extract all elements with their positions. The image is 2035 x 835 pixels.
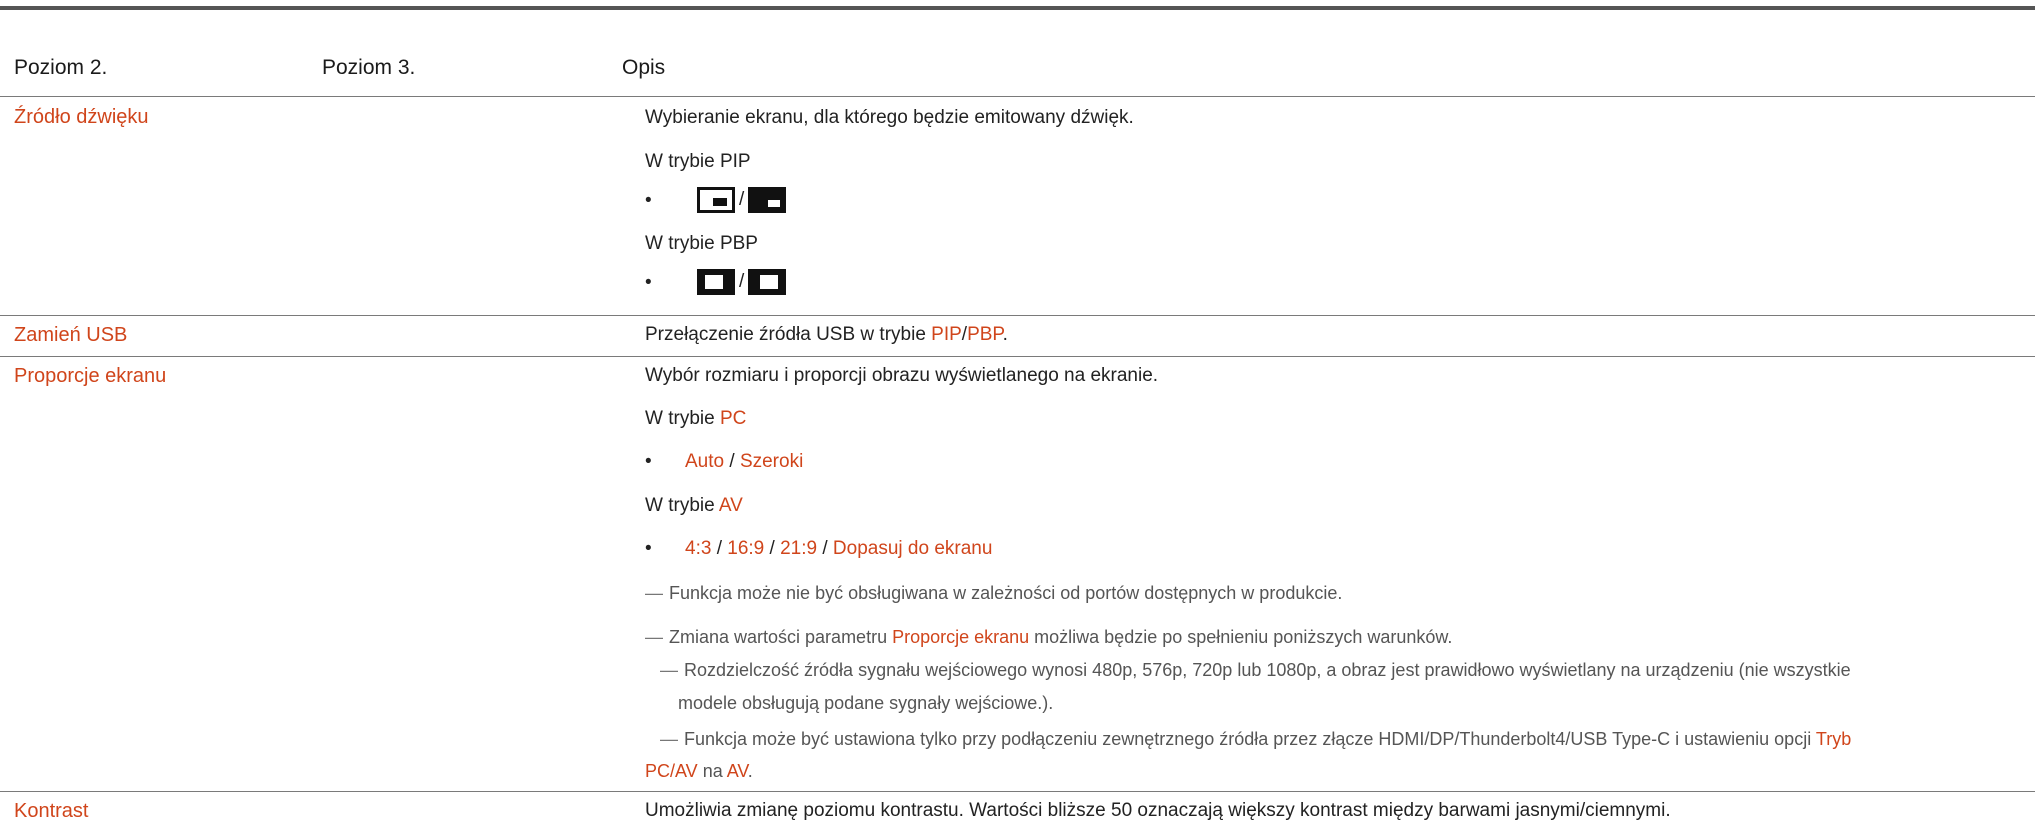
option-dopasuj: Dopasuj do ekranu — [832, 538, 993, 559]
table-row-kontrast: Kontrast Umożliwia zmianę poziomu kontra… — [0, 792, 2035, 835]
sub-note-1: ― Rozdzielczość źródła sygnału wejścioweg… — [660, 660, 1851, 680]
description-text: Wybieranie ekranu, dla którego będzie em… — [645, 107, 1134, 128]
pc-options: • Auto / Szeroki — [645, 451, 804, 472]
option-auto: Auto — [685, 451, 725, 472]
description-text: Umożliwia zmianę poziomu kontrastu. Wart… — [645, 800, 1671, 821]
pip-mode-label: W trybie PIP — [645, 151, 751, 172]
table-row-zrodlo-dzwieku: Źródło dźwięku Wybieranie ekranu, dla kt… — [0, 97, 2035, 316]
option-16-9: 16:9 — [727, 538, 765, 559]
sub-note-2-cont: PC/AV na AV. — [645, 761, 753, 781]
description-text: Wybór rozmiaru i proporcji obrazu wyświe… — [645, 365, 1159, 386]
pip-small-window-icon — [697, 187, 735, 213]
option-4-3: 4:3 — [685, 538, 712, 559]
pbp-left-icon — [697, 269, 735, 295]
pip-options: • / — [645, 187, 845, 217]
option-21-9: 21:9 — [780, 538, 818, 559]
option-szeroki: Szeroki — [739, 451, 804, 472]
note-1: ― Funkcja może nie być obsługiwana w zale… — [645, 583, 1343, 603]
pbp-options: • / — [645, 269, 845, 299]
table-row-proporcje-ekranu: Proporcje ekranu Wybór rozmiaru i propor… — [0, 357, 2035, 792]
header-poziom-3: Poziom 3. — [322, 56, 416, 79]
top-rule — [0, 6, 2035, 10]
header-opis: Opis — [622, 56, 666, 79]
bullet: • — [645, 272, 652, 293]
description-text: Przełączenie źródła USB w trybie PIP/PBP… — [645, 324, 1008, 345]
bullet: • — [645, 190, 652, 211]
pc-mode-label: W trybie PC — [645, 408, 747, 429]
av-options: • 4:3 / 16:9 / 21:9 / Dopasuj do ekranu — [645, 538, 993, 559]
av-mode-label: W trybie AV — [645, 495, 743, 516]
sub-note-1-cont: modele obsługują podane sygnały wejściow… — [678, 693, 1054, 713]
pip-large-window-icon — [748, 187, 787, 213]
setting-name-zamien-usb: Zamień USB — [14, 324, 128, 346]
sub-note-2: ― Funkcja może być ustawiona tylko przy p… — [660, 729, 1852, 749]
setting-name-zrodlo-dzwieku: Źródło dźwięku — [14, 106, 149, 128]
pbp-mode-label: W trybie PBP — [645, 233, 758, 254]
header-poziom-2: Poziom 2. — [14, 56, 108, 79]
setting-name-kontrast: Kontrast — [14, 800, 89, 822]
table-row-zamien-usb: Zamień USB Przełączenie źródła USB w try… — [0, 316, 2035, 357]
setting-name-proporcje-ekranu: Proporcje ekranu — [14, 365, 167, 387]
pbp-right-icon — [748, 269, 787, 295]
note-2: ― Zmiana wartości parametru Proporcje ekr… — [645, 627, 1453, 647]
table-header: Poziom 2. Poziom 3. Opis — [0, 44, 2035, 97]
